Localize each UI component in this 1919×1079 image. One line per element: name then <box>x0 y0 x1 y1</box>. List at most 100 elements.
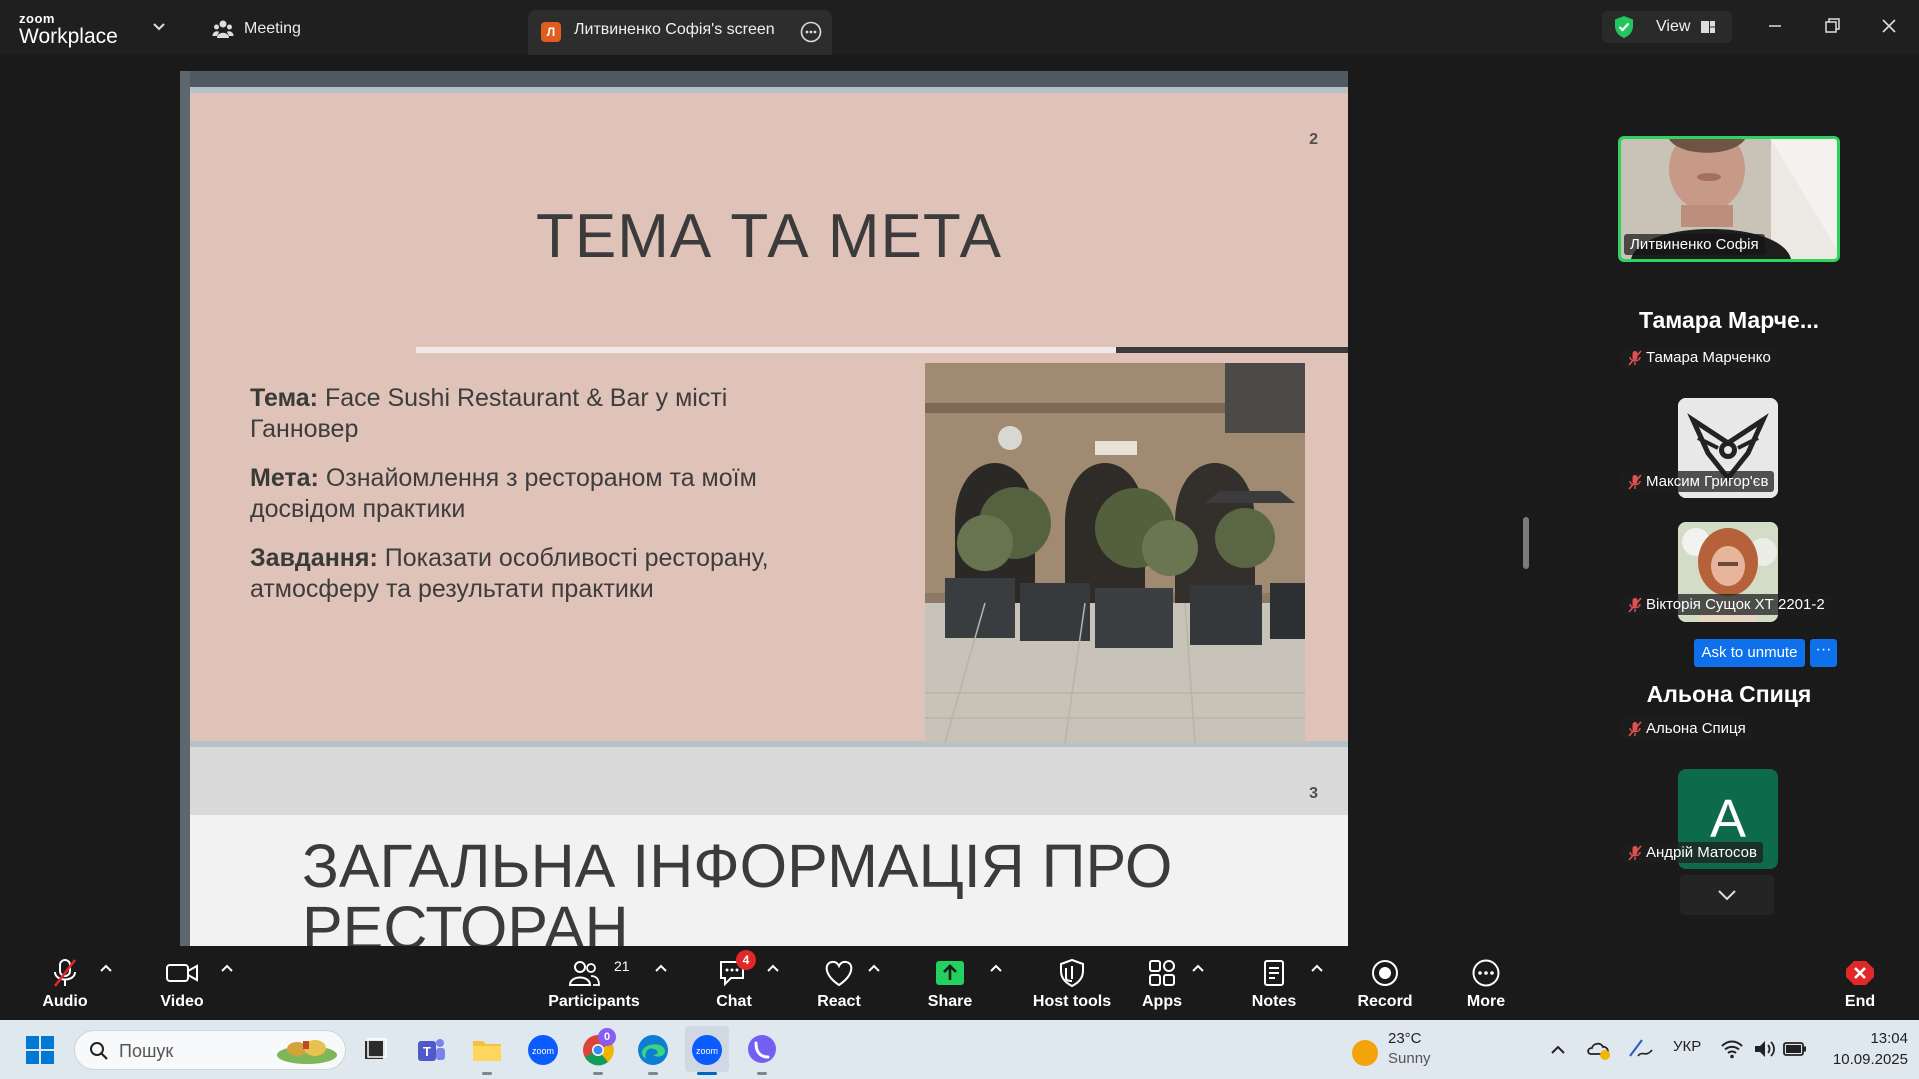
scroll-down-button[interactable] <box>1680 875 1774 915</box>
notes-options-caret-icon[interactable] <box>1309 962 1325 974</box>
video-button[interactable]: Video <box>146 946 218 1020</box>
zoom-meeting-icon[interactable]: zoom <box>690 1033 724 1067</box>
muted-mic-icon <box>1628 596 1642 613</box>
slide-2: 2 ТЕМА ТА МЕТА Тема: Face Sushi Restaura… <box>190 87 1348 747</box>
record-label: Record <box>1357 993 1413 1010</box>
clock-date: 10.09.2025 <box>1832 1051 1908 1068</box>
shared-presentation[interactable]: 2 ТЕМА ТА МЕТА Тема: Face Sushi Restaura… <box>180 71 1348 946</box>
video-camera-icon <box>166 964 198 982</box>
video-label: Video <box>160 993 204 1010</box>
participants-options-caret-icon[interactable] <box>653 962 669 974</box>
muted-mic-icon <box>1628 720 1642 737</box>
show-hidden-icons-icon[interactable] <box>1548 1040 1568 1060</box>
search-icon <box>90 1042 108 1060</box>
audio-label: Audio <box>42 993 88 1010</box>
presentation-left-edge <box>180 71 190 946</box>
task-view-icon[interactable] <box>357 1033 391 1067</box>
view-button[interactable]: View <box>1602 11 1732 43</box>
apps-button[interactable]: Apps <box>1132 946 1192 1020</box>
pen-input-icon[interactable] <box>1626 1036 1654 1062</box>
end-label: End <box>1844 993 1876 1010</box>
heart-icon <box>825 960 853 987</box>
view-button-label: View <box>1656 18 1691 35</box>
onedrive-sync-icon[interactable] <box>1586 1036 1612 1062</box>
share-button[interactable]: Share <box>918 946 982 1020</box>
tab-meeting[interactable]: Meeting <box>212 16 301 42</box>
clock-time: 13:04 <box>1870 1030 1908 1047</box>
chrome-profile-badge: 0 <box>598 1028 616 1046</box>
tab-shared-screen[interactable]: Л Литвиненко Софія's screen <box>528 10 832 55</box>
volume-icon[interactable] <box>1752 1038 1776 1060</box>
muted-microphone-icon <box>53 959 77 987</box>
sun-icon <box>1352 1040 1378 1066</box>
participant-video-tile[interactable]: Литвиненко Софія <box>1618 136 1840 262</box>
restore-icon[interactable] <box>1820 14 1844 38</box>
more-options-icon[interactable] <box>800 21 822 43</box>
host-tools-button[interactable]: Host tools <box>1022 946 1122 1020</box>
participant-name-tag: Литвиненко Софія <box>1624 234 1765 255</box>
file-explorer-icon[interactable] <box>470 1033 504 1067</box>
chat-unread-badge: 4 <box>736 950 756 970</box>
notes-button[interactable]: Notes <box>1242 946 1306 1020</box>
chat-label: Chat <box>716 993 752 1010</box>
tile-more-button[interactable]: ··· <box>1810 639 1837 667</box>
chat-options-caret-icon[interactable] <box>765 962 781 974</box>
zoom-workplace-logo[interactable]: zoom Workplace <box>19 12 118 47</box>
chevron-down-icon[interactable] <box>150 18 168 36</box>
taskbar-search-box[interactable]: Пошук <box>74 1030 346 1070</box>
participant-name-tag: Максим Григор'єв <box>1622 471 1775 492</box>
close-icon[interactable] <box>1877 14 1901 38</box>
participant-name-tag: Андрій Матосов <box>1622 842 1763 863</box>
share-options-caret-icon[interactable] <box>988 962 1004 974</box>
participant-name-tag: Альона Спиця <box>1622 718 1752 739</box>
more-button[interactable]: More <box>1454 946 1518 1020</box>
participant-name-tag: Тамара Марченко <box>1622 347 1777 368</box>
windows-start-icon[interactable] <box>24 1034 56 1066</box>
chevron-down-icon <box>1718 890 1736 901</box>
zoom-app-icon[interactable]: zoom <box>526 1033 560 1067</box>
wifi-icon[interactable] <box>1720 1038 1744 1060</box>
audio-options-caret-icon[interactable] <box>98 962 114 974</box>
participants-icon <box>212 20 234 38</box>
weather-description: Sunny <box>1388 1050 1431 1067</box>
muted-mic-icon <box>1628 349 1642 366</box>
record-icon <box>1372 960 1398 986</box>
audio-button[interactable]: Audio <box>30 946 100 1020</box>
search-placeholder: Пошук <box>119 1041 174 1061</box>
panel-resize-handle[interactable] <box>1523 517 1529 569</box>
participant-display-name: Тамара Марче... <box>1638 307 1820 333</box>
shared-screen-stage: 2 ТЕМА ТА МЕТА Тема: Face Sushi Restaura… <box>0 55 1530 946</box>
running-indicator <box>757 1072 767 1075</box>
apps-options-caret-icon[interactable] <box>1190 962 1206 974</box>
viber-icon[interactable] <box>745 1033 779 1067</box>
ask-to-unmute-button[interactable]: Ask to unmute <box>1694 639 1805 667</box>
search-highlight-icon <box>277 1040 337 1064</box>
chat-button[interactable]: 4 Chat <box>704 946 764 1020</box>
participant-name-tag: Вікторія Сущок ХТ 2201-2 <box>1622 594 1831 615</box>
weather-widget[interactable]: 23°C Sunny <box>1350 1028 1480 1072</box>
react-options-caret-icon[interactable] <box>866 962 882 974</box>
more-dots-icon <box>1472 959 1500 987</box>
minimize-icon[interactable] <box>1763 14 1787 38</box>
participants-button[interactable]: 21 Participants <box>546 946 642 1020</box>
encryption-shield-icon <box>1615 16 1633 38</box>
previous-slide-edge <box>190 71 1348 87</box>
input-language[interactable]: УКР <box>1673 1038 1701 1055</box>
end-meeting-button[interactable]: End <box>1828 946 1892 1020</box>
teams-icon[interactable]: T <box>414 1033 448 1067</box>
host-tools-label: Host tools <box>1032 993 1112 1010</box>
video-options-caret-icon[interactable] <box>219 962 235 974</box>
slide-3: 3 ЗАГАЛЬНА ІНФОРМАЦІЯ ПРО РЕСТОРАН <box>190 747 1348 946</box>
restaurant-photo <box>925 363 1305 743</box>
battery-icon[interactable] <box>1782 1038 1808 1060</box>
record-button[interactable]: Record <box>1352 946 1418 1020</box>
running-indicator <box>482 1072 492 1075</box>
task-paragraph: Завдання: Показати особливості ресторану… <box>250 544 769 603</box>
edge-icon[interactable] <box>636 1033 670 1067</box>
goal-paragraph: Мета: Ознайомлення з рестораном та моїм … <box>250 464 757 523</box>
react-button[interactable]: React <box>808 946 870 1020</box>
tab-meeting-label: Meeting <box>244 20 301 37</box>
gallery-panel: Литвиненко Софія Тамара Марче... Тамара … <box>1530 55 1919 946</box>
system-clock[interactable]: 13:04 10.09.2025 <box>1818 1028 1908 1070</box>
running-indicator <box>593 1072 603 1075</box>
